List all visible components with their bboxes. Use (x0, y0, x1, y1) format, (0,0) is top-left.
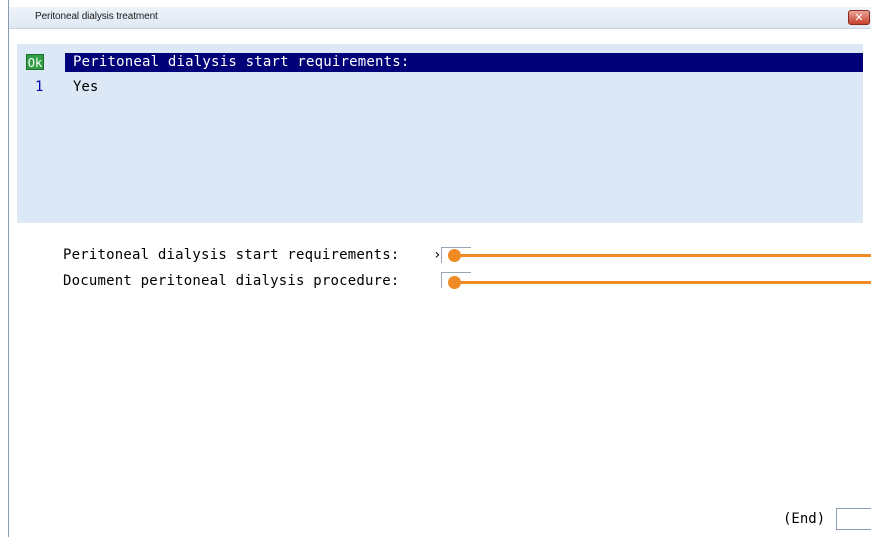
annotation-line (456, 281, 871, 284)
list-header: Peritoneal dialysis start requirements: (65, 53, 863, 72)
ok-label: Ok (27, 56, 43, 70)
field-label-start-requirements: Peritoneal dialysis start requirements: (63, 247, 400, 263)
option-number: 1 (35, 79, 44, 95)
dialog-window: Peritoneal dialysis treatment ✕ Ok Perit… (8, 0, 871, 537)
field-label-document-procedure: Document peritoneal dialysis procedure: (63, 273, 400, 289)
selection-list-panel: Ok Peritoneal dialysis start requirement… (17, 44, 863, 223)
ok-button[interactable]: Ok (26, 54, 44, 70)
close-icon: ✕ (854, 11, 864, 24)
close-button[interactable]: ✕ (848, 10, 870, 25)
window-title: Peritoneal dialysis treatment (35, 11, 158, 22)
option-yes[interactable]: Yes (73, 79, 98, 95)
end-label: (End) (783, 511, 826, 527)
end-input[interactable] (836, 508, 871, 530)
annotation-line (456, 254, 871, 257)
title-bar: Peritoneal dialysis treatment ✕ (9, 7, 871, 29)
